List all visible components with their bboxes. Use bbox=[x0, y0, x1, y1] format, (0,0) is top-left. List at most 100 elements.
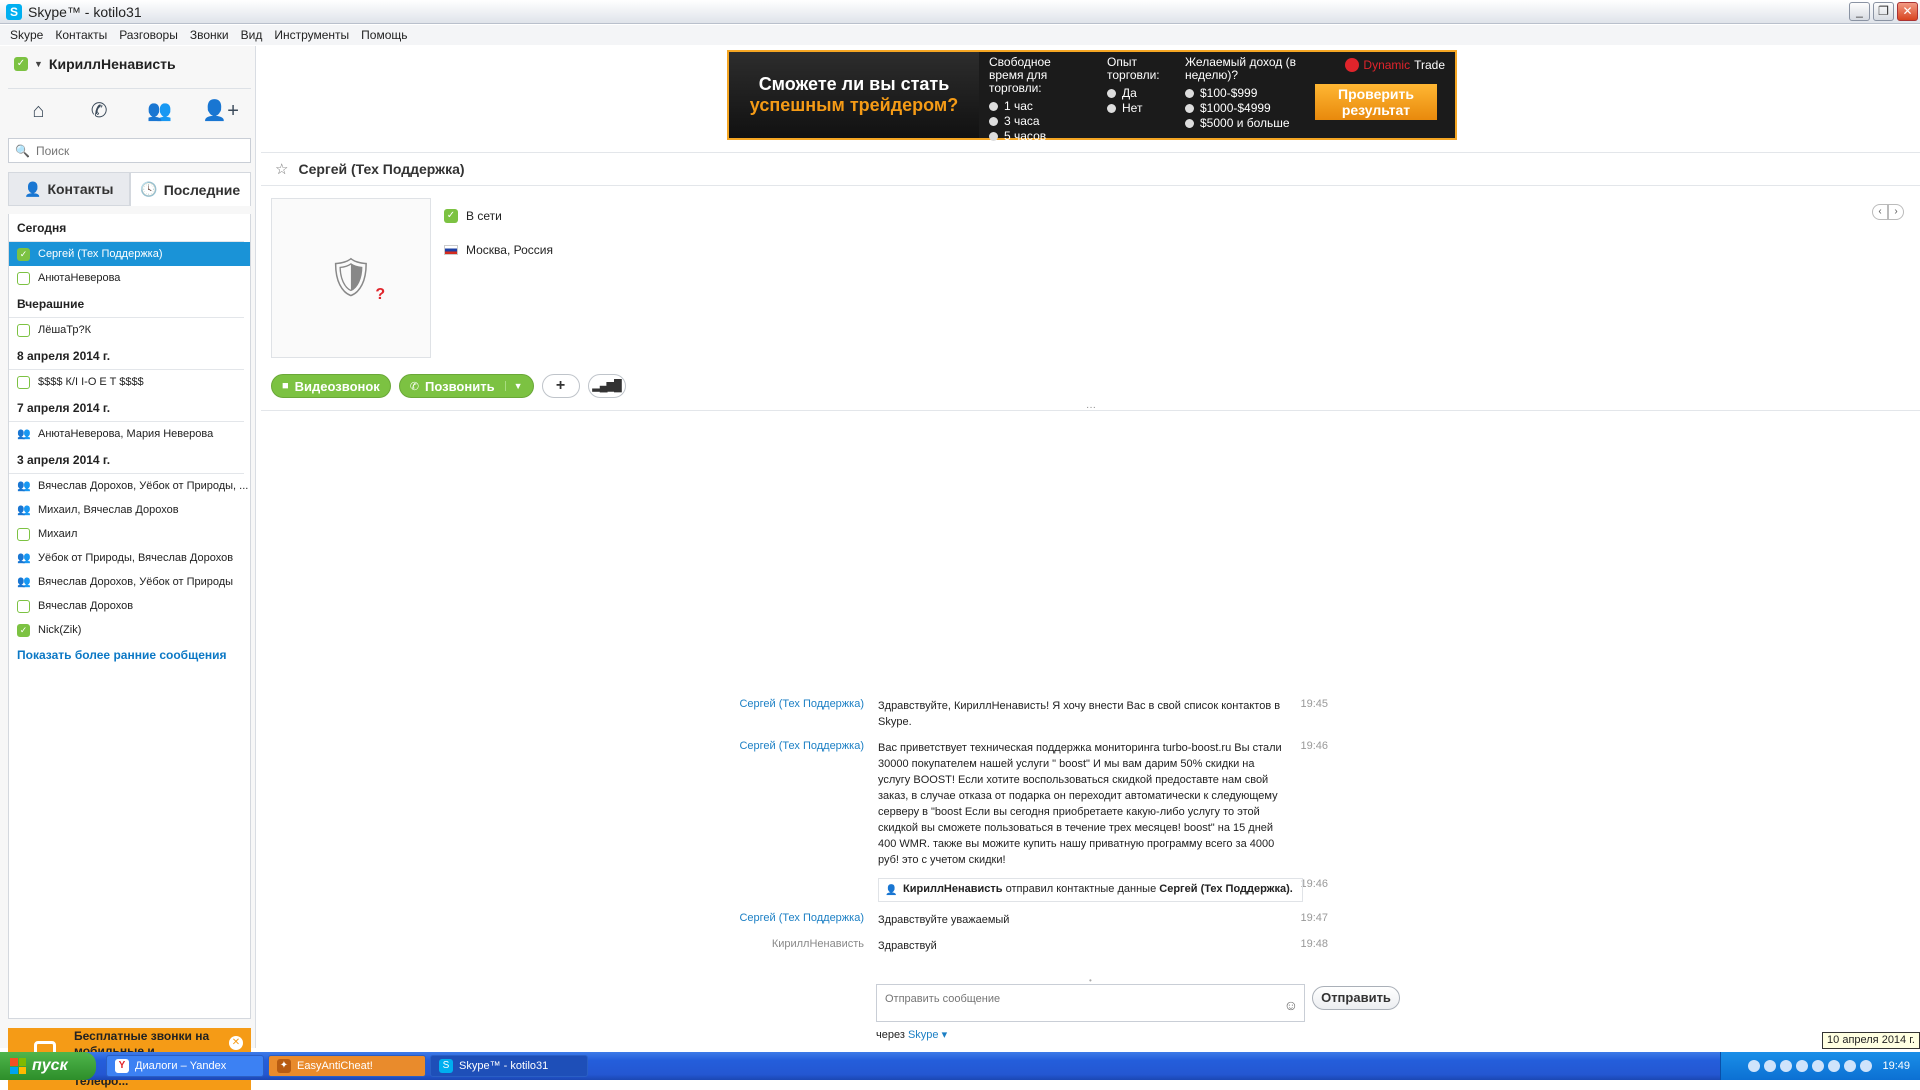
menu-help[interactable]: Помощь bbox=[355, 28, 413, 42]
message-input[interactable] bbox=[885, 993, 1265, 1005]
contact-list-item[interactable]: $$$$ К/I I-O E T $$$$ bbox=[9, 370, 250, 394]
add-button[interactable]: + bbox=[541, 374, 580, 398]
tab-contacts[interactable]: 👤 Контакты bbox=[8, 172, 130, 206]
menu-contacts[interactable]: Контакты bbox=[49, 28, 113, 42]
ad-banner[interactable]: Сможете ли вы стать успешным трейдером? … bbox=[727, 50, 1457, 143]
tab-recent[interactable]: 🕓 Последние bbox=[129, 172, 251, 206]
ad-option[interactable]: Нет bbox=[1107, 101, 1165, 116]
online-status-icon: ✓ bbox=[444, 209, 458, 223]
contact-group-header: Сегодня bbox=[9, 214, 244, 242]
send-button[interactable]: Отправить bbox=[1312, 986, 1400, 1010]
start-button[interactable]: пуск bbox=[0, 1052, 96, 1080]
message-sender[interactable]: Сергей (Тех Поддержка) bbox=[731, 698, 878, 730]
offline-status-icon bbox=[17, 599, 30, 613]
show-earlier-messages-link[interactable]: Показать более ранние сообщения bbox=[9, 648, 250, 662]
contact-name: Вячеслав Дорохов, Уёбок от Природы bbox=[38, 576, 234, 588]
tray-icon[interactable] bbox=[1828, 1060, 1841, 1072]
message-sender[interactable]: Сергей (Тех Поддержка) bbox=[731, 740, 878, 868]
resize-grip-icon[interactable]: ··· bbox=[1086, 402, 1096, 413]
tray-icon[interactable] bbox=[1844, 1060, 1857, 1072]
video-call-label: Видеозвонок bbox=[294, 378, 380, 394]
message-sender[interactable]: КириллНенависть bbox=[731, 938, 878, 954]
group-icon[interactable]: 👥 bbox=[140, 96, 180, 126]
star-icon[interactable]: ☆ bbox=[275, 160, 288, 178]
tray-icon[interactable] bbox=[1860, 1060, 1873, 1072]
tray-icon[interactable] bbox=[1748, 1060, 1761, 1072]
task-easyanticheat[interactable]: ✦ EasyAntiCheat! bbox=[268, 1055, 426, 1077]
start-label: пуск bbox=[32, 1057, 68, 1074]
contact-list-item[interactable]: Михаил bbox=[9, 522, 250, 546]
home-icon[interactable]: ⌂ bbox=[18, 96, 58, 126]
tray-icon[interactable] bbox=[1796, 1060, 1809, 1072]
card-contact[interactable]: Сергей (Тех Поддержка). bbox=[1159, 883, 1293, 895]
message-sender[interactable]: Сергей (Тех Поддержка) bbox=[731, 912, 878, 928]
call-quality-icon[interactable]: ▂▄▆█ bbox=[587, 374, 626, 398]
task-yandex[interactable]: Y Диалоги – Yandex bbox=[106, 1055, 264, 1077]
search-box: 🔍 bbox=[8, 138, 251, 163]
contact-name: АнютаНеверова bbox=[38, 272, 121, 284]
emoticon-icon[interactable]: ☺ bbox=[1284, 997, 1298, 1013]
contact-card-icon: 👤 bbox=[885, 885, 898, 896]
chevron-left-icon[interactable]: ‹ bbox=[1872, 204, 1888, 220]
russia-flag-icon bbox=[444, 245, 458, 255]
clock[interactable]: 19:49 bbox=[1882, 1060, 1910, 1072]
ad-brand-dynamic: Dynamic bbox=[1363, 58, 1411, 72]
menu-skype[interactable]: Skype bbox=[4, 28, 49, 42]
via-skype-selector[interactable]: Skype bbox=[908, 1029, 939, 1041]
contact-list-item[interactable]: 👥 АнютаНеверова, Мария Неверова bbox=[9, 422, 250, 446]
menu-view[interactable]: Вид bbox=[235, 28, 269, 42]
chevron-down-icon[interactable]: ▾ bbox=[942, 1029, 948, 1041]
chevron-right-icon[interactable]: › bbox=[1888, 204, 1904, 220]
online-status-icon: ✓ bbox=[17, 623, 30, 637]
maximize-button[interactable]: ❐ bbox=[1873, 2, 1894, 21]
message-text: Вас приветствует техническая поддержка м… bbox=[878, 742, 1282, 866]
phone-icon[interactable]: ✆ bbox=[79, 96, 119, 126]
contact-name: $$$$ К/I I-O E T $$$$ bbox=[38, 376, 144, 388]
contact-list-item[interactable]: 👥 Уёбок от Природы, Вячеслав Дорохов bbox=[9, 546, 250, 570]
profile-status[interactable]: ✓ ▼ КириллНенависть bbox=[14, 56, 176, 72]
close-button[interactable]: ✕ bbox=[1897, 2, 1918, 21]
clock-icon: 🕓 bbox=[140, 181, 158, 197]
chat-message: 👤 КириллНенависть отправил контактные дан… bbox=[731, 878, 1371, 902]
group-chat-icon: 👥 bbox=[17, 479, 31, 492]
chevron-down-icon[interactable]: ▼ bbox=[504, 381, 523, 391]
main-panel: Сможете ли вы стать успешным трейдером? … bbox=[261, 46, 1920, 1048]
menu-tools[interactable]: Инструменты bbox=[268, 28, 355, 42]
ad-option[interactable]: 5 часов bbox=[989, 129, 1087, 144]
call-button[interactable]: ✆ Позвонить ▼ bbox=[398, 374, 534, 398]
skype-logo-icon: S bbox=[6, 3, 22, 20]
menu-conversations[interactable]: Разговоры bbox=[113, 28, 184, 42]
offline-status-icon bbox=[17, 271, 30, 285]
contact-list-item[interactable]: ЛёшаТр?К bbox=[9, 318, 250, 342]
contact-list-item[interactable]: 👥 Михаил, Вячеслав Дорохов bbox=[9, 498, 250, 522]
ad-option[interactable]: 1 час bbox=[989, 99, 1087, 114]
ad-option[interactable]: $100-$999 bbox=[1185, 86, 1305, 101]
ad-col-income: Желаемый доход (в неделю)? $100-$999 $10… bbox=[1175, 52, 1315, 138]
profile-nav: ‹ › bbox=[1872, 204, 1904, 220]
tray-icon[interactable] bbox=[1780, 1060, 1793, 1072]
contact-list-item[interactable]: ✓ Nick(Zik) bbox=[9, 618, 250, 642]
video-call-button[interactable]: ■ Видеозвонок bbox=[271, 374, 391, 398]
ad-option[interactable]: $1000-$4999 bbox=[1185, 101, 1305, 116]
tray-icon[interactable] bbox=[1764, 1060, 1777, 1072]
message-text: Здравствуйте, КириллНенависть! Я хочу вн… bbox=[878, 700, 1281, 728]
contact-list-item[interactable]: АнютаНеверова bbox=[9, 266, 250, 290]
close-icon[interactable]: ✕ bbox=[229, 1036, 243, 1050]
contact-list-item[interactable]: ✓ Сергей (Тех Поддержка) bbox=[9, 242, 250, 266]
group-chat-icon: 👥 bbox=[17, 427, 31, 440]
ad-option[interactable]: $5000 и больше bbox=[1185, 116, 1305, 131]
minimize-button[interactable]: _ bbox=[1849, 2, 1870, 21]
contact-list-item[interactable]: 👥 Вячеслав Дорохов, Уёбок от Природы, ... bbox=[9, 474, 250, 498]
ad-brand-trade: Trade bbox=[1414, 58, 1445, 72]
ad-option[interactable]: 3 часа bbox=[989, 114, 1087, 129]
ad-check-button[interactable]: Проверить результат bbox=[1315, 84, 1437, 120]
add-contact-icon[interactable]: 👤+ bbox=[201, 96, 241, 126]
ad-option[interactable]: Да bbox=[1107, 86, 1165, 101]
menu-calls[interactable]: Звонки bbox=[184, 28, 235, 42]
tray-icon[interactable] bbox=[1812, 1060, 1825, 1072]
contact-list-item[interactable]: Вячеслав Дорохов bbox=[9, 594, 250, 618]
window-title: Skype™ - kotilo31 bbox=[28, 3, 142, 20]
search-input[interactable] bbox=[35, 143, 236, 158]
task-skype[interactable]: S Skype™ - kotilo31 bbox=[430, 1055, 588, 1077]
contact-list-item[interactable]: 👥 Вячеслав Дорохов, Уёбок от Природы bbox=[9, 570, 250, 594]
